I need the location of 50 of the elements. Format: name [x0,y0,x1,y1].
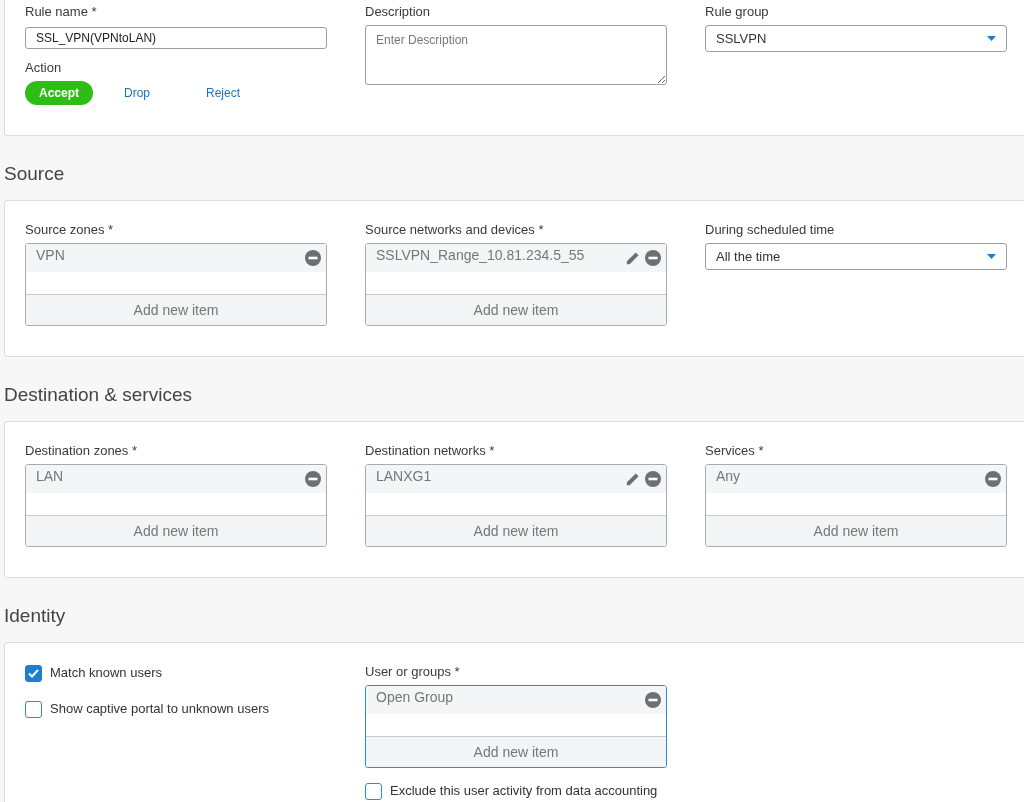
checkbox[interactable] [365,782,382,800]
field-label: Rule name * [25,4,98,20]
field-label: Description [365,4,432,20]
remove-icon[interactable] [645,250,661,266]
field-label: Source networks and devices * [365,222,545,238]
action-option[interactable]: Drop [95,81,179,105]
field-label: Action [25,60,63,76]
dropdown-field[interactable]: SSLVPN [705,25,1007,52]
list-item[interactable]: SSLVPN_Range_10.81.234.5_55 [366,244,666,272]
remove-icon[interactable] [985,471,1001,487]
checkbox-label: Show captive portal to unknown users [50,700,269,719]
field-label: User or groups * [365,664,461,680]
checkbox-label: Match known users [50,664,162,683]
field-label: During scheduled time [705,222,836,238]
add-item-button[interactable]: Add new item [26,515,326,546]
list-item[interactable]: VPN [26,244,326,272]
section-title: Destination & services [4,383,193,407]
remove-icon[interactable] [305,250,321,266]
field-label: Destination zones * [25,443,138,459]
dropdown-field[interactable]: All the time [705,243,1007,270]
field-label: Services * [705,443,765,459]
caret-icon [987,36,996,41]
add-item-button[interactable]: Add new item [26,294,326,325]
remove-icon[interactable] [305,471,321,487]
list-item[interactable]: Open Group [366,686,666,714]
checkbox[interactable] [25,664,42,682]
caret-icon [987,254,996,259]
list-item[interactable]: LAN [26,465,326,493]
section-title: Source [4,162,66,186]
add-item-button[interactable]: Add new item [706,515,1006,546]
action-option[interactable]: Accept [25,81,93,105]
pencil-icon[interactable] [625,471,640,487]
checkbox-label: Exclude this user activity from data accounting [390,782,658,801]
checkmark-icon [28,668,39,678]
description-field[interactable]: Enter Description [365,25,667,85]
section-title: Identity [4,604,67,628]
text-field[interactable]: SSL_VPN(VPNtoLAN) [25,27,327,49]
field-label: Source zones * [25,222,115,238]
add-item-button[interactable]: Add new item [366,515,666,546]
field-label: Rule group [705,4,770,20]
list-item[interactable]: Any [706,465,1006,493]
checkbox[interactable] [25,700,42,718]
list-item[interactable]: LANXG1 [366,465,666,493]
action-option[interactable]: Reject [181,81,265,105]
add-item-button[interactable]: Add new item [366,294,666,325]
field-label: Destination networks * [365,443,496,459]
remove-icon[interactable] [645,471,661,487]
pencil-icon[interactable] [625,250,640,266]
add-item-button[interactable]: Add new item [366,736,666,767]
remove-icon[interactable] [645,692,661,708]
